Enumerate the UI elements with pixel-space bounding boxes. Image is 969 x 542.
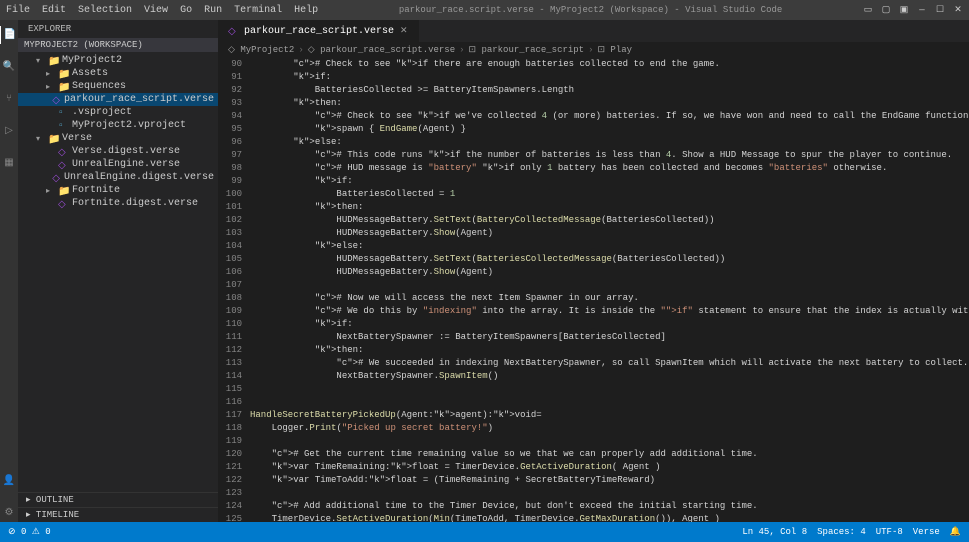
status-item[interactable]: UTF-8	[876, 527, 903, 537]
tree-label: parkour_race_script.verse	[64, 94, 214, 105]
line-gutter: 90 91 92 93 94 95 96 97 98 99 100 101 10…	[218, 58, 250, 522]
tree-label: Assets	[72, 68, 108, 79]
menu-selection[interactable]: Selection	[78, 5, 132, 16]
tree-item[interactable]: ▸📁Sequences	[18, 80, 218, 93]
breadcrumb-item[interactable]: ⊡ parkour_race_script	[469, 45, 585, 55]
menu-view[interactable]: View	[144, 5, 168, 16]
run-debug-icon[interactable]: ▷	[0, 122, 18, 140]
menu-run[interactable]: Run	[204, 5, 222, 16]
title-bar: File Edit Selection View Go Run Terminal Help p…	[0, 0, 969, 20]
file-tree: ▾📁MyProject2▸📁Assets▸📁Sequences◇parkour_…	[18, 52, 218, 492]
tree-item[interactable]: ▾📁MyProject2	[18, 54, 218, 67]
tree-item[interactable]: ◇ UnrealEngine.verse	[18, 158, 218, 171]
file-icon: ▫	[58, 108, 68, 118]
tree-item[interactable]: ◇ Verse.digest.verse	[18, 145, 218, 158]
tree-item[interactable]: ▸📁Assets	[18, 67, 218, 80]
sidebar-header: EXPLORER	[18, 20, 218, 38]
explorer-icon[interactable]: 📄	[0, 26, 17, 44]
tab-label: parkour_race_script.verse	[244, 26, 394, 37]
window-control[interactable]: ▭	[863, 5, 873, 15]
menu-bar: File Edit Selection View Go Run Terminal Help	[6, 5, 318, 16]
tree-label: .vsproject	[72, 107, 132, 118]
accounts-icon[interactable]: 👤	[0, 472, 18, 490]
sidebar-timeline[interactable]: ▸ TIMELINE	[18, 507, 218, 522]
folder-icon: 📁	[58, 186, 68, 196]
tree-label: Sequences	[72, 81, 126, 92]
code-content[interactable]: "c"># Check to see "k">if there are enou…	[250, 58, 969, 522]
folder-icon: 📁	[48, 134, 58, 144]
tree-item[interactable]: ◇ parkour_race_script.verse	[18, 93, 218, 106]
sidebar-outline[interactable]: ▸ OUTLINE	[18, 492, 218, 507]
window-control[interactable]: ☐	[935, 5, 945, 15]
tree-item[interactable]: ◇ Fortnite.digest.verse	[18, 197, 218, 210]
window-title: parkour_race.script.verse - MyProject2 (…	[318, 5, 863, 15]
status-bar: ⊘ 0 ⚠ 0 Ln 45, Col 8 Spaces: 4 UTF-8 Verse 🔔	[0, 522, 969, 542]
tree-label: MyProject2	[62, 55, 122, 66]
editor-tabs: ◇ parkour_race_script.verse ✕	[218, 20, 969, 42]
tree-label: Fortnite	[72, 185, 120, 196]
window-control[interactable]: ✕	[953, 5, 963, 15]
window-control[interactable]: ▣	[899, 5, 909, 15]
editor: ◇ parkour_race_script.verse ✕ ◇ MyProject2…	[218, 20, 969, 522]
settings-icon[interactable]: ⚙	[0, 504, 18, 522]
tree-item[interactable]: ▸📁Fortnite	[18, 184, 218, 197]
menu-go[interactable]: Go	[180, 5, 192, 16]
menu-help[interactable]: Help	[294, 5, 318, 16]
status-item[interactable]: 🔔	[950, 527, 961, 537]
breadcrumb-item[interactable]: ⊡ Play	[597, 45, 632, 55]
folder-icon: 📁	[48, 56, 58, 66]
vs-icon: ◇	[52, 173, 60, 183]
tree-label: MyProject2.vproject	[72, 120, 186, 131]
breadcrumb-item[interactable]: ◇ parkour_race_script.verse	[308, 45, 455, 55]
tree-item[interactable]: ▾📁Verse	[18, 132, 218, 145]
status-right: Ln 45, Col 8 Spaces: 4 UTF-8 Verse 🔔	[742, 527, 961, 537]
editor-tab[interactable]: ◇ parkour_race_script.verse ✕	[218, 20, 419, 42]
tree-item[interactable]: ◇ UnrealEngine.digest.verse	[18, 171, 218, 184]
status-item[interactable]: Verse	[913, 527, 940, 537]
tree-label: UnrealEngine.verse	[72, 159, 180, 170]
vs-icon: ◇	[58, 160, 68, 170]
menu-terminal[interactable]: Terminal	[234, 5, 282, 16]
search-icon[interactable]: 🔍	[0, 58, 18, 76]
vs-icon: ◇	[58, 199, 68, 209]
sidebar: EXPLORER MYPROJECT2 (WORKSPACE) ▾📁MyProj…	[18, 20, 218, 522]
breadcrumb-item[interactable]: ◇ MyProject2	[228, 45, 294, 55]
window-controls: ▭ ▢ ▣ — ☐ ✕	[863, 5, 963, 15]
activity-bar: 📄 🔍 ⑂ ▷ ▦ 👤 ⚙	[0, 20, 18, 522]
tree-label: Verse.digest.verse	[72, 146, 180, 157]
tree-label: Verse	[62, 133, 92, 144]
status-item[interactable]: Spaces: 4	[817, 527, 866, 537]
extensions-icon[interactable]: ▦	[0, 154, 18, 172]
vs-icon: ◇	[58, 147, 68, 157]
vs-icon: ◇	[228, 26, 238, 36]
status-item[interactable]: Ln 45, Col 8	[742, 527, 807, 537]
close-icon[interactable]: ✕	[400, 26, 408, 36]
breadcrumb[interactable]: ◇ MyProject2›◇ parkour_race_script.verse…	[218, 42, 969, 58]
sidebar-bottom: ▸ OUTLINE▸ TIMELINE	[18, 492, 218, 522]
window-control[interactable]: ▢	[881, 5, 891, 15]
file-icon: ▫	[58, 121, 68, 131]
menu-edit[interactable]: Edit	[42, 5, 66, 16]
status-left[interactable]: ⊘ 0 ⚠ 0	[8, 527, 51, 537]
window-control[interactable]: —	[917, 5, 927, 15]
tree-label: Fortnite.digest.verse	[72, 198, 198, 209]
vs-icon: ◇	[52, 95, 60, 105]
source-control-icon[interactable]: ⑂	[0, 90, 18, 108]
code-area[interactable]: 90 91 92 93 94 95 96 97 98 99 100 101 10…	[218, 58, 969, 522]
tree-item[interactable]: ▫ .vsproject	[18, 106, 218, 119]
tree-item[interactable]: ▫ MyProject2.vproject	[18, 119, 218, 132]
folder-icon: 📁	[58, 69, 68, 79]
folder-icon: 📁	[58, 82, 68, 92]
menu-file[interactable]: File	[6, 5, 30, 16]
tree-label: UnrealEngine.digest.verse	[64, 172, 214, 183]
sidebar-section[interactable]: MYPROJECT2 (WORKSPACE)	[18, 38, 218, 52]
